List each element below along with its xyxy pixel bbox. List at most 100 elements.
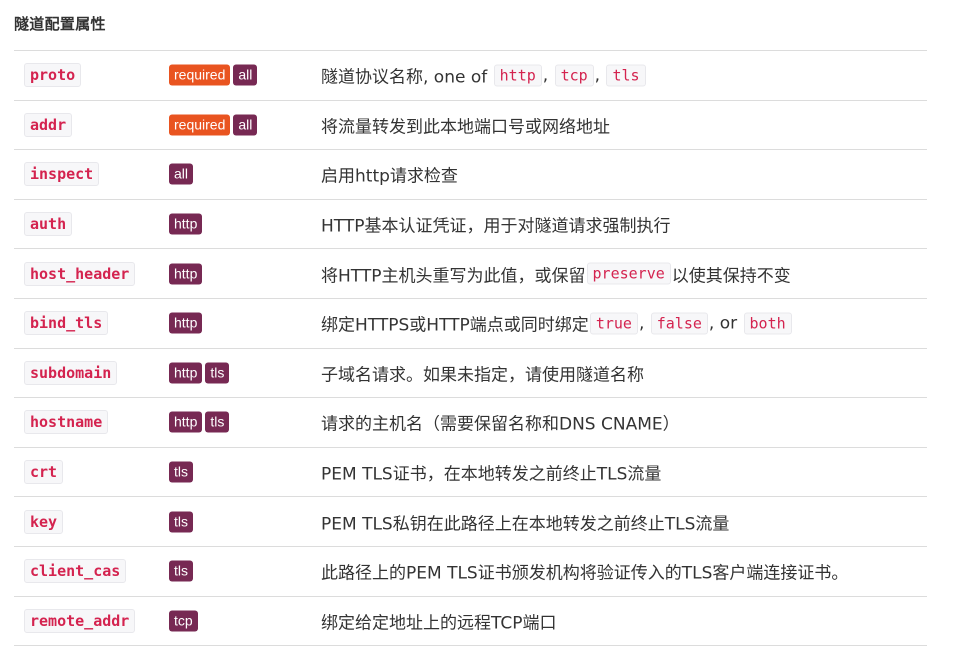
property-badges: http xyxy=(169,263,203,285)
scope-badge: http xyxy=(169,213,203,235)
property-name: proto xyxy=(24,63,82,88)
property-name-cell: crt xyxy=(24,460,64,485)
scope-badge: tls xyxy=(169,511,193,533)
property-description: 绑定HTTPS或HTTP端点或同时绑定 true, false, or both xyxy=(321,311,793,336)
table-row: bind_tls http 绑定HTTPS或HTTP端点或同时绑定 true, fal… xyxy=(14,299,927,349)
description-text: , xyxy=(542,65,554,86)
property-name-cell: inspect xyxy=(24,162,100,187)
description-text: , or xyxy=(708,313,743,334)
property-badges: tcp xyxy=(169,610,198,632)
description-text: PEM TLS证书，在本地转发之前终止TLS流量 xyxy=(321,464,662,485)
property-name: key xyxy=(24,509,64,534)
property-name-cell: proto xyxy=(24,63,82,88)
property-name-cell: addr xyxy=(24,112,73,137)
required-badge: required xyxy=(169,64,231,86)
property-description: 请求的主机名（需要保留名称和DNS CNAME） xyxy=(321,410,680,435)
description-text: 隧道协议名称, one of xyxy=(321,67,493,88)
properties-table: proto required all 隧道协议名称, one of http, tcp… xyxy=(14,50,927,647)
property-name-cell: auth xyxy=(24,212,73,237)
property-name-cell: subdomain xyxy=(24,360,118,385)
description-text: 将流量转发到此本地端口号或网络地址 xyxy=(321,117,610,138)
description-text: 子域名请求。如果未指定，请使用隧道名称 xyxy=(321,365,644,386)
table-row: auth http HTTP基本认证凭证，用于对隧道请求强制执行 xyxy=(14,200,927,250)
scope-badge: all xyxy=(233,64,258,86)
table-row: crt tls PEM TLS证书，在本地转发之前终止TLS流量 xyxy=(14,448,927,498)
scope-badge: http xyxy=(169,411,203,433)
property-badges: http xyxy=(169,213,203,235)
scope-badge: tcp xyxy=(169,610,198,632)
scope-badge: all xyxy=(169,163,194,185)
description-text: 绑定HTTPS或HTTP端点或同时绑定 xyxy=(321,315,589,336)
property-name-cell: remote_addr xyxy=(24,608,136,633)
property-description: 启用http请求检查 xyxy=(321,162,458,187)
table-row: subdomain http tls 子域名请求。如果未指定，请使用隧道名称 xyxy=(14,349,927,399)
property-badges: all xyxy=(169,163,194,185)
scope-badge: tls xyxy=(169,461,193,483)
property-name-cell: hostname xyxy=(24,410,109,435)
property-description: 将HTTP主机头重写为此值，或保留 preserve 以使其保持不变 xyxy=(321,261,791,286)
description-text: 请求的主机名（需要保留名称和DNS CNAME） xyxy=(321,414,680,435)
property-badges: http tls xyxy=(169,362,230,384)
property-description: 绑定给定地址上的远程TCP端口 xyxy=(321,608,557,633)
property-name: client_cas xyxy=(24,559,127,584)
required-badge: required xyxy=(169,114,231,136)
table-row: remote_addr tcp 绑定给定地址上的远程TCP端口 xyxy=(14,597,927,647)
property-name: host_header xyxy=(24,261,136,286)
property-name: remote_addr xyxy=(24,608,136,633)
page: 隧道配置属性 proto required all 隧道协议名称, one of ht… xyxy=(0,0,956,659)
property-description: 此路径上的PEM TLS证书颁发机构将验证传入的TLS客户端连接证书。 xyxy=(321,559,848,584)
property-name: crt xyxy=(24,460,64,485)
table-row: addr required all 将流量转发到此本地端口号或网络地址 xyxy=(14,101,927,151)
description-text: HTTP基本认证凭证，用于对隧道请求强制执行 xyxy=(321,216,671,237)
scope-badge: http xyxy=(169,362,203,384)
scope-badge: http xyxy=(169,312,203,334)
inline-code: tls xyxy=(606,64,646,87)
property-name: hostname xyxy=(24,410,109,435)
inline-code: both xyxy=(743,312,792,335)
property-badges: tls xyxy=(169,560,193,582)
property-badges: http tls xyxy=(169,411,230,433)
description-text: 将HTTP主机头重写为此值，或保留 xyxy=(321,266,586,287)
property-badges: required all xyxy=(169,114,258,136)
property-name-cell: bind_tls xyxy=(24,311,109,336)
description-text: 绑定给定地址上的远程TCP端口 xyxy=(321,613,557,634)
inline-code: true xyxy=(589,312,638,335)
property-name: subdomain xyxy=(24,360,118,385)
inline-code: false xyxy=(650,312,708,335)
property-name: addr xyxy=(24,112,73,137)
inline-code: http xyxy=(493,64,542,87)
scope-badge: all xyxy=(233,114,258,136)
scope-badge: tls xyxy=(205,411,230,433)
section-heading: 隧道配置属性 xyxy=(14,15,106,33)
property-name: bind_tls xyxy=(24,311,109,336)
description-text: , xyxy=(638,313,650,334)
property-name: inspect xyxy=(24,162,100,187)
inline-code: tcp xyxy=(554,64,594,87)
property-badges: tls xyxy=(169,461,193,483)
table-row: client_cas tls 此路径上的PEM TLS证书颁发机构将验证传入的TLS… xyxy=(14,547,927,597)
property-badges: required all xyxy=(169,64,258,86)
description-text: , xyxy=(594,65,606,86)
table-row: hostname http tls 请求的主机名（需要保留名称和DNS CNAME） xyxy=(14,398,927,448)
inline-code: preserve xyxy=(586,262,671,285)
property-badges: tls xyxy=(169,511,193,533)
scope-badge: tls xyxy=(169,560,193,582)
description-text: 此路径上的PEM TLS证书颁发机构将验证传入的TLS客户端连接证书。 xyxy=(321,563,849,584)
property-description: PEM TLS证书，在本地转发之前终止TLS流量 xyxy=(321,460,661,485)
table-row: key tls PEM TLS私钥在此路径上在本地转发之前终止TLS流量 xyxy=(14,497,927,547)
table-row: proto required all 隧道协议名称, one of http, tcp… xyxy=(14,51,927,101)
description-text: 以使其保持不变 xyxy=(671,266,791,287)
property-description: 将流量转发到此本地端口号或网络地址 xyxy=(321,112,610,137)
table-row: inspect all 启用http请求检查 xyxy=(14,150,927,200)
property-description: HTTP基本认证凭证，用于对隧道请求强制执行 xyxy=(321,212,671,237)
description-text: PEM TLS私钥在此路径上在本地转发之前终止TLS流量 xyxy=(321,514,730,535)
property-name-cell: host_header xyxy=(24,261,136,286)
scope-badge: http xyxy=(169,263,203,285)
property-description: 子域名请求。如果未指定，请使用隧道名称 xyxy=(321,360,644,385)
property-description: 隧道协议名称, one of http, tcp, tls xyxy=(321,63,647,88)
property-name-cell: client_cas xyxy=(24,559,127,584)
description-text: 启用http请求检查 xyxy=(321,166,458,187)
property-badges: http xyxy=(169,312,203,334)
table-row: host_header http 将HTTP主机头重写为此值，或保留 preserve… xyxy=(14,249,927,299)
property-name-cell: key xyxy=(24,509,64,534)
